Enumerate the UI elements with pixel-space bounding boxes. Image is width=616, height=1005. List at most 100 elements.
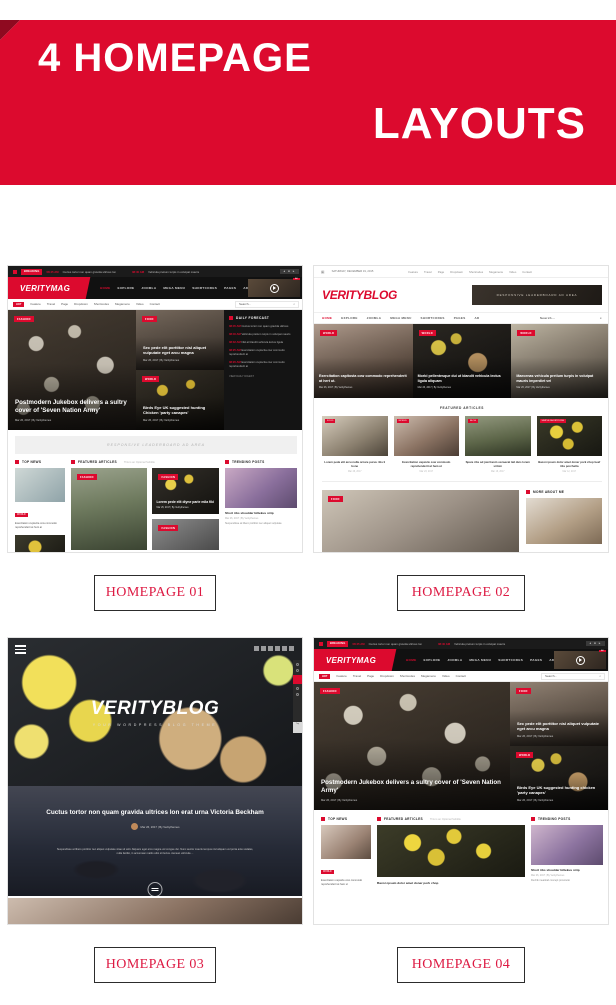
- nav-item-joomla[interactable]: JOOMLA: [447, 658, 462, 662]
- nav-item-shortcodes[interactable]: SHORTCODES: [192, 286, 217, 290]
- featured-card[interactable]: FASHION: [152, 519, 219, 550]
- instagram-icon[interactable]: [275, 646, 280, 651]
- breaking-text-1[interactable]: Cuctus tortor non quam gravida ultrices …: [369, 642, 422, 646]
- subnav-item-page[interactable]: Page: [367, 674, 374, 678]
- nav-item-explore[interactable]: EXPLORE: [117, 286, 134, 290]
- post-title[interactable]: Cuctus tortor non quam gravida ultrices …: [38, 808, 272, 831]
- featured-card-title[interactable]: Spare ribs ad jowl kevin occaecat tail d…: [465, 460, 531, 468]
- hero-side-card-bottom[interactable]: WORLD Birds Eye UK suggested hunting Chi…: [136, 370, 224, 430]
- subnav-item-shortcodes[interactable]: Shortcodes: [400, 674, 415, 678]
- side-category-badge-bottom[interactable]: WORLD: [142, 376, 160, 382]
- hero-category-badge[interactable]: FASHION: [14, 316, 34, 322]
- lower-post-tag[interactable]: FOOD: [328, 496, 343, 503]
- side-category-badge-bottom[interactable]: WORLD: [516, 752, 534, 758]
- featured-card-title[interactable]: Exercitation capsicle cow commodo repreh…: [394, 460, 460, 468]
- hero-tile-title[interactable]: Maecenas vehicula pretium turpis in volu…: [516, 374, 605, 389]
- featured-card-tag[interactable]: WORLD: [396, 419, 409, 423]
- nav-item-home[interactable]: HOME: [406, 658, 416, 662]
- hero-tile[interactable]: WORLD Morbi pellentesque dui ut blandit …: [412, 324, 512, 398]
- subnav-item-dropdown[interactable]: Dropdown: [380, 674, 394, 678]
- side-title-bottom[interactable]: Birds Eye UK suggested hunting chicken '…: [517, 785, 603, 802]
- ticker-arrows[interactable]: ◄ ■ ►: [585, 641, 605, 646]
- featured-post-title[interactable]: Bacon ipsum dolor amet doner pork chop: [377, 881, 525, 885]
- forecast-item[interactable]: 08:25 AM Exercitation cupiscita cow comm…: [229, 349, 299, 357]
- featured-card[interactable]: FOOD Lorem pede elit arcu nulla ornare p…: [322, 416, 388, 473]
- top-link-shortcodes[interactable]: Shortcodes: [469, 270, 483, 274]
- nav-item-explore[interactable]: EXPLORE: [423, 658, 440, 662]
- subnav-item-page[interactable]: Page: [61, 302, 68, 306]
- top-news-tag[interactable]: WORLD: [321, 870, 334, 874]
- facebook-icon[interactable]: [254, 646, 259, 651]
- homepage-01-caption[interactable]: HOMEPAGE 01: [94, 575, 216, 611]
- trending-card[interactable]: Short ribs shoulder biltekus strip Mar 2…: [225, 468, 297, 526]
- side-category-badge-top[interactable]: FOOD: [516, 688, 531, 694]
- nav-item-shortcodes[interactable]: SHORTCODES: [498, 658, 523, 662]
- featured-card-title[interactable]: Lorem pede elit arcu nulla ornare purus …: [322, 460, 388, 468]
- nav-item-shortcodes[interactable]: SHORTCODES: [421, 316, 445, 320]
- subnav-item-feature[interactable]: Feature: [30, 302, 40, 306]
- dot-indicator-1[interactable]: [296, 663, 299, 666]
- read-more-icon[interactable]: [147, 882, 163, 896]
- widget-footer-link[interactable]: VIEW DAILY DIGEST: [229, 375, 299, 378]
- hero-tile[interactable]: WORLD Maecenas vehicula pretium turpis i…: [511, 324, 608, 398]
- site-logo[interactable]: VERITYMAG: [314, 649, 397, 671]
- nav-item-ad[interactable]: AD: [475, 316, 480, 320]
- homepage-04-caption[interactable]: HOMEPAGE 04: [397, 947, 525, 983]
- featured-big-image[interactable]: [377, 825, 525, 877]
- pencil-icon[interactable]: [293, 675, 302, 684]
- hero-tile-tag[interactable]: WORLD: [517, 330, 535, 336]
- dot-indicator-2[interactable]: [296, 669, 299, 672]
- leaderboard-ad[interactable]: RESPONSIVE LEADERBOARD AD AREA: [472, 285, 602, 305]
- homepage-04-thumbnail[interactable]: BREAKING 08:45 AM Cuctus tortor non quam…: [313, 637, 609, 925]
- breaking-text-2[interactable]: Vehicula pretium turpis in volutpat maur…: [148, 270, 199, 274]
- hero-side-card-top[interactable]: FOOD Sec pede elit porttitor nisl alique…: [510, 682, 608, 746]
- homepage-03-caption[interactable]: HOMEPAGE 03: [94, 947, 216, 983]
- hero-tile-tag[interactable]: WORLD: [320, 330, 338, 336]
- featured-card[interactable]: WORLD Exercitation capsicle cow commodo …: [393, 416, 460, 473]
- header-ad-thumbnail[interactable]: [554, 651, 606, 669]
- nav-item-pages[interactable]: PAGES: [454, 316, 466, 320]
- top-link-video[interactable]: Video: [509, 270, 516, 274]
- dot-indicator-4[interactable]: [296, 693, 299, 696]
- leaderboard-ad[interactable]: RESPONSIVE LEADERBOARD AD AREA: [15, 436, 297, 454]
- subnav-item-contact[interactable]: Contact: [456, 674, 466, 678]
- ticker-arrows[interactable]: ◄ ■ ►: [279, 269, 299, 274]
- homepage-01-cell[interactable]: BREAKING 08:45 AM Cuctus tortor non quam…: [7, 265, 303, 611]
- hamburger-menu-icon[interactable]: [15, 645, 26, 656]
- top-news-card[interactable]: WORLD Exercitation cupiscita cow commodo…: [15, 468, 65, 530]
- search-input[interactable]: Search... ⌕: [235, 300, 299, 308]
- featured-card[interactable]: FASHION Lorem pede elit diyne parie mila…: [152, 468, 219, 514]
- site-logo[interactable]: VERITYBLOG: [322, 288, 397, 302]
- side-title-top[interactable]: Sec pede elit porttitor nisl aliquet vul…: [143, 345, 217, 362]
- featured-card-tag[interactable]: SIMPLE SHORTCODE: [539, 419, 567, 423]
- hero-tile[interactable]: WORLD Exercitation capitosta cow commodo…: [314, 324, 413, 398]
- top-link-page[interactable]: Page: [438, 270, 445, 274]
- hero-side-card-top[interactable]: FOOD Sec pede elit porttitor nisl alique…: [136, 310, 224, 370]
- back-to-top-button[interactable]: Top: [293, 722, 302, 733]
- side-category-badge-top[interactable]: FOOD: [142, 316, 157, 322]
- nav-item-home[interactable]: HOME: [322, 316, 332, 320]
- subnav-item-video[interactable]: Video: [442, 674, 450, 678]
- nav-item-mega-menu[interactable]: MEGA MENU: [390, 316, 411, 320]
- homepage-02-caption[interactable]: HOMEPAGE 02: [397, 575, 525, 611]
- featured-card-title[interactable]: Bacon ipsum dolor amet doner pork chop b…: [537, 460, 603, 468]
- nav-item-pages[interactable]: PAGES: [530, 658, 542, 662]
- nav-item-explore[interactable]: EXPLORE: [341, 316, 357, 320]
- google-plus-icon[interactable]: [268, 646, 273, 651]
- play-icon[interactable]: [575, 655, 585, 665]
- hero-title[interactable]: Postmodern Jukebox delivers a sultry cov…: [321, 779, 503, 802]
- search-icon[interactable]: ⌕: [600, 316, 602, 320]
- hero-title[interactable]: Postmodern Jukebox delivers a sultry cov…: [15, 399, 129, 422]
- featured-card-title[interactable]: Lorem pede elit diyne parie mila fiki Ma…: [156, 500, 215, 510]
- search-icon[interactable]: ⌕: [293, 302, 295, 306]
- hero-tile-tag[interactable]: WORLD: [418, 330, 436, 336]
- featured-card-tag[interactable]: BLOG: [468, 419, 479, 423]
- hero-tile-title[interactable]: Morbi pellentesque dui ut blandit vehicu…: [418, 374, 507, 389]
- hero-main-post[interactable]: FASHION Postmodern Jukebox delivers a su…: [8, 310, 136, 430]
- top-news-card[interactable]: WORLD Exercitation capsicle cow commodo …: [321, 825, 371, 887]
- top-link-feature[interactable]: Feature: [408, 270, 418, 274]
- nav-item-mega-menu[interactable]: MEGA MENU: [469, 658, 491, 662]
- subnav-item-megamenu[interactable]: Megamenu: [115, 302, 130, 306]
- subnav-item-dropdown[interactable]: Dropdown: [74, 302, 88, 306]
- breaking-text-2[interactable]: Vehicula pretium turpis in volutpat maur…: [454, 642, 505, 646]
